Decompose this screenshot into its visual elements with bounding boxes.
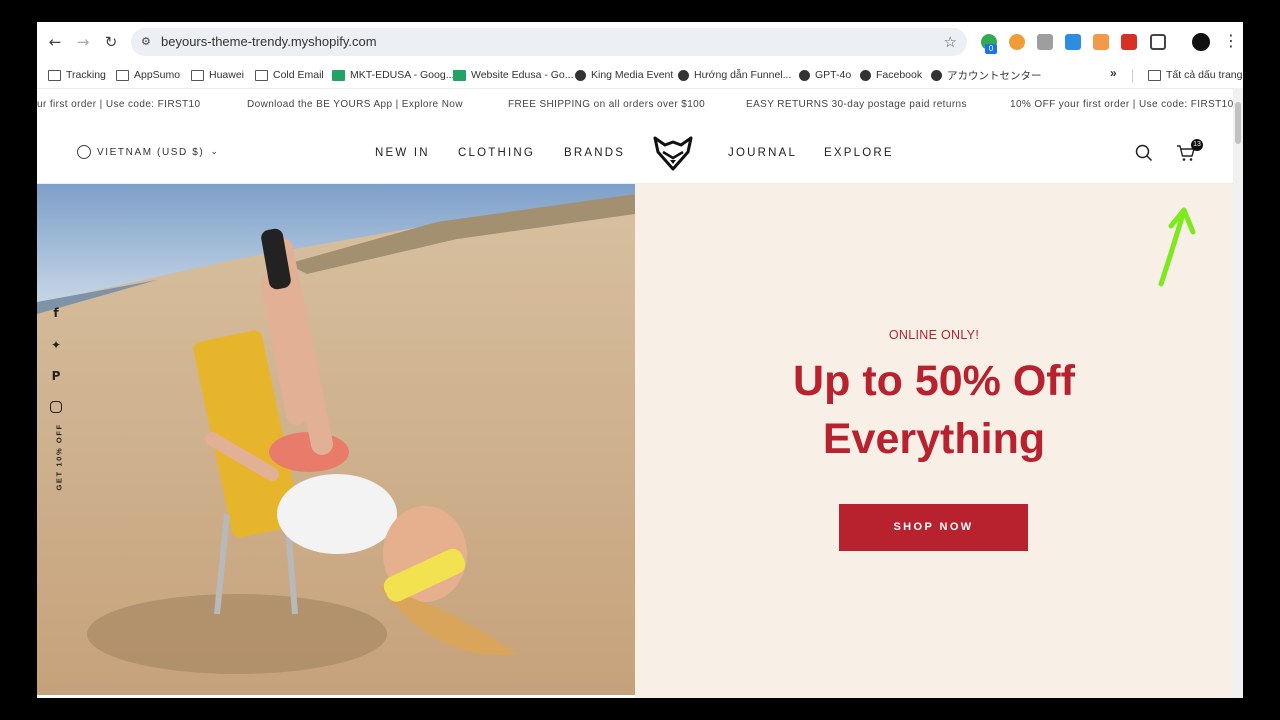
extension-square-icon[interactable]	[1093, 34, 1109, 50]
hero-promo-panel: ONLINE ONLY! Up to 50% Off Everything SH…	[635, 184, 1233, 698]
bookmark-label: Tracking	[66, 69, 106, 81]
globe-icon	[575, 69, 586, 81]
bookmark-item[interactable]: アカウントセンター	[931, 66, 1042, 84]
more-bookmarks-button[interactable]: »	[1110, 66, 1117, 80]
profile-avatar[interactable]	[1192, 33, 1210, 51]
scrollbar-track[interactable]	[1233, 88, 1243, 698]
folder-icon	[48, 69, 61, 81]
extension-bolt-icon[interactable]	[1037, 34, 1053, 50]
extensions-puzzle-icon[interactable]	[1150, 34, 1166, 50]
browser-window: ← → ↻ ⚙ beyours-theme-trendy.myshopify.c…	[37, 22, 1243, 698]
hero-image[interactable]	[37, 184, 635, 695]
extension-download-icon[interactable]	[1065, 34, 1081, 50]
globe-icon	[77, 145, 91, 159]
bookmark-item[interactable]: Hướng dẫn Funnel...	[678, 66, 791, 84]
bookmark-label: Huawei	[209, 69, 245, 81]
instagram-icon[interactable]	[50, 401, 62, 413]
nav-clothing[interactable]: CLOTHING	[458, 147, 535, 159]
bookmark-label: MKT-EDUSA - Goog...	[350, 69, 455, 81]
sheets-icon	[453, 69, 466, 81]
reload-icon[interactable]: ↻	[101, 32, 121, 52]
bookmark-item[interactable]: AppSumo	[116, 66, 180, 84]
beach-photo	[37, 184, 635, 695]
bookmark-label: Cold Email	[273, 69, 324, 81]
bookmark-item[interactable]: Cold Email	[255, 66, 324, 84]
annotation-arrow-icon	[1158, 207, 1196, 287]
get-10-off-link[interactable]: GET 10% OFF	[55, 423, 64, 490]
globe-icon	[799, 69, 810, 81]
shop-now-button[interactable]: SHOP NOW	[839, 504, 1028, 551]
forward-icon[interactable]: →	[73, 32, 93, 52]
url-text[interactable]: beyours-theme-trendy.myshopify.com	[161, 34, 377, 49]
announcement-bar: ur first order | Use code: FIRST10 Downl…	[37, 88, 1243, 120]
nav-explore[interactable]: EXPLORE	[824, 147, 894, 159]
fox-logo-icon[interactable]	[653, 132, 693, 172]
extension-badge: 0	[985, 44, 997, 54]
all-bookmarks-button[interactable]: Tất cả dấu trang	[1148, 66, 1242, 84]
bookmark-label: Facebook	[876, 69, 923, 81]
site-header: VIETNAM (USD $) ⌄ NEW IN CLOTHING BRANDS…	[37, 120, 1233, 184]
bookmark-label: AppSumo	[134, 69, 181, 81]
headline-line-1: Up to 50% Off	[793, 357, 1075, 405]
bookmark-star-icon[interactable]: ☆	[944, 33, 957, 51]
promo-headline: Up to 50% Off Everything	[635, 352, 1233, 468]
bookmark-item[interactable]: King Media Event	[575, 66, 673, 84]
announcement-item[interactable]: FREE SHIPPING on all orders over $100	[508, 99, 705, 110]
folder-icon	[1148, 69, 1161, 81]
sheets-icon	[332, 69, 345, 81]
bookmark-item[interactable]: Facebook	[860, 66, 922, 84]
extension-red-icon[interactable]	[1121, 34, 1137, 50]
headline-line-2: Everything	[822, 415, 1046, 463]
announcement-item[interactable]: Download the BE YOURS App | Explore Now	[247, 99, 463, 110]
search-icon[interactable]	[1135, 144, 1153, 162]
folder-icon	[255, 69, 268, 81]
announcement-item[interactable]: 10% OFF your first order | Use code: FIR…	[1010, 99, 1234, 110]
pinterest-icon[interactable]: P	[49, 369, 63, 383]
bookmark-item[interactable]: Tracking	[48, 66, 106, 84]
promo-eyebrow: ONLINE ONLY!	[888, 328, 980, 342]
chrome-menu-icon[interactable]: ⋮	[1223, 31, 1239, 50]
globe-icon	[860, 69, 871, 81]
announcement-item[interactable]: EASY RETURNS 30-day postage paid returns	[746, 99, 967, 110]
bookmark-label: GPT-4o	[815, 69, 852, 81]
address-bar-row: ← → ↻ ⚙ beyours-theme-trendy.myshopify.c…	[37, 22, 1243, 62]
back-icon[interactable]: ←	[45, 32, 65, 52]
locale-selector[interactable]: VIETNAM (USD $) ⌄	[77, 145, 220, 159]
bookmark-item[interactable]: Website Edusa - Go...	[453, 66, 574, 84]
bookmark-item[interactable]: MKT-EDUSA - Goog...	[332, 66, 454, 84]
bookmark-label: Tất cả dấu trang	[1166, 69, 1243, 81]
folder-icon	[191, 69, 204, 81]
globe-icon	[931, 69, 942, 81]
bookmarks-divider	[1132, 69, 1133, 83]
bookmark-label: Website Edusa - Go...	[471, 69, 574, 81]
twitter-icon[interactable]: ✦	[49, 338, 63, 352]
bookmark-label: Hướng dẫn Funnel...	[694, 69, 792, 81]
cart-count-badge: 13	[1191, 139, 1203, 151]
bookmark-item[interactable]: Huawei	[191, 66, 244, 84]
bookmark-label: King Media Event	[591, 69, 674, 81]
extension-orange-icon[interactable]	[1009, 34, 1025, 50]
announcement-item[interactable]: ur first order | Use code: FIRST10	[37, 99, 200, 110]
nav-brands[interactable]: BRANDS	[564, 147, 625, 159]
site-settings-icon[interactable]: ⚙	[141, 35, 155, 49]
bookmark-label: アカウントセンター	[947, 69, 1042, 82]
bookmarks-bar: Tracking AppSumo Huawei Cold Email MKT-E…	[37, 62, 1243, 88]
globe-icon	[678, 69, 689, 81]
bookmark-item[interactable]: GPT-4o	[799, 66, 851, 84]
locale-label: VIETNAM (USD $)	[97, 146, 205, 158]
nav-journal[interactable]: JOURNAL	[728, 147, 797, 159]
url-bar[interactable]: ⚙ beyours-theme-trendy.myshopify.com ☆	[131, 28, 967, 56]
scrollbar-thumb[interactable]	[1235, 102, 1241, 144]
nav-new-in[interactable]: NEW IN	[375, 147, 430, 159]
chevron-down-icon: ⌄	[210, 147, 220, 157]
facebook-icon[interactable]: f	[49, 306, 63, 320]
folder-icon	[116, 69, 129, 81]
